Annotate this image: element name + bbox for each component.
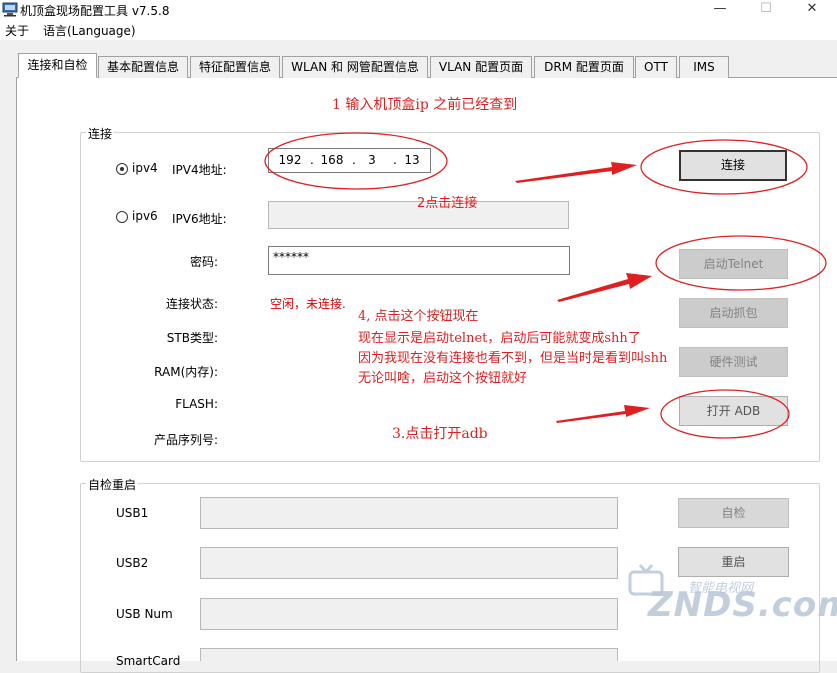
annotation-step-4-line-4: 无论叫啥，启动这个按钮就好 xyxy=(358,371,528,386)
annotation-step-2: 2点击连接 xyxy=(417,196,478,211)
arrow-to-connect xyxy=(515,162,637,183)
connect-highlight-ellipse xyxy=(640,139,808,195)
annotation-step-4-line-3: 因为我现在没有连接也看不到，但是当时是看到叫shh xyxy=(358,351,668,366)
adb-highlight-ellipse xyxy=(660,389,790,439)
annotation-step-3: 3.点击打开adb xyxy=(392,426,488,442)
arrow-to-telnet xyxy=(557,273,652,302)
ipv4-highlight-ellipse xyxy=(264,132,448,190)
annotation-step-4-line-2: 现在显示是启动telnet，启动后可能就变成shh了 xyxy=(358,331,641,346)
telnet-highlight-ellipse xyxy=(655,235,827,291)
annotation-step-4-line-1: 4, 点击这个按钮现在 xyxy=(358,309,479,324)
annotation-step-1: 1 输入机顶盒ip 之前已经查到 xyxy=(332,97,518,113)
arrow-to-adb xyxy=(556,405,650,423)
watermark-logo-text: ZNDS.com xyxy=(648,585,837,625)
